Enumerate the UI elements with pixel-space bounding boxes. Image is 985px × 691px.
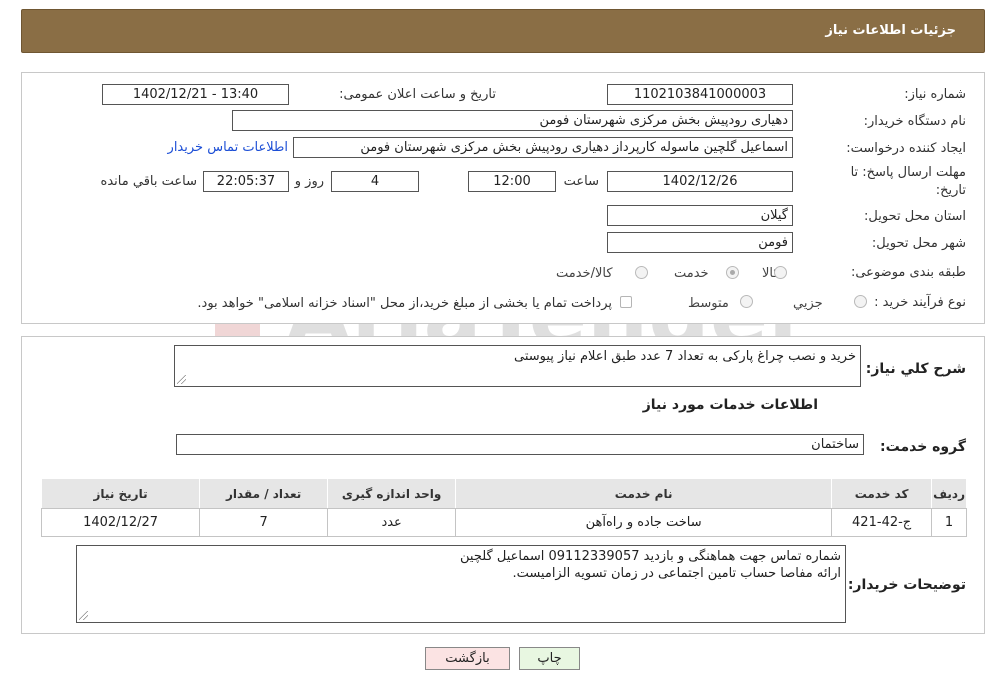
purchase-type-minor-label: جزیي (793, 296, 823, 311)
description-text: خرید و نصب چراغ پارکی به تعداد 7 عدد طبق… (514, 349, 856, 364)
purchase-type-label: نوع فرآیند خرید : (874, 295, 966, 310)
purchase-type-medium-radio[interactable] (740, 295, 753, 308)
description-textarea[interactable]: خرید و نصب چراغ پارکی به تعداد 7 عدد طبق… (174, 345, 861, 387)
deadline-label-date: تاریخ: (935, 183, 966, 198)
buyer-org-label: نام دستگاه خریدار: (863, 114, 966, 129)
service-group-label: گروه خدمت: (880, 439, 966, 455)
buyer-notes-line-2: ارائه مفاصا حساب تامین اجتماعی در زمان ت… (512, 566, 841, 581)
buyer-org-field: دهیاری رودپیش بخش مرکزی شهرستان فومن (232, 110, 793, 131)
services-table: ردیف کد خدمت نام خدمت واحد اندازه گیری ت… (40, 478, 967, 537)
need-number-label: شماره نیاز: (904, 87, 966, 102)
announce-datetime-label: تاریخ و ساعت اعلان عمومی: (339, 87, 496, 102)
days-label: روز و (294, 174, 324, 189)
deadline-time-label: ساعت (563, 174, 599, 189)
description-label: شرح کلي نیاز: (865, 361, 966, 377)
print-button[interactable]: چاپ (519, 647, 580, 670)
time-remaining-label: ساعت باقي مانده (100, 174, 197, 189)
requester-label: ایجاد کننده درخواست: (846, 141, 966, 156)
category-option-goods-radio[interactable] (774, 266, 787, 279)
deadline-time-field: 12:00 (468, 171, 556, 192)
details-panel: شرح کلي نیاز: خرید و نصب چراغ پارکی به ت… (21, 336, 985, 634)
page-title: جزئیات اطلاعات نیاز (825, 23, 956, 38)
deadline-date-field: 1402/12/26 (607, 171, 793, 192)
buyer-contact-link[interactable]: اطلاعات تماس خریدار (168, 140, 288, 155)
resize-handle-icon[interactable] (177, 375, 186, 384)
col-need-date: تاریخ نیاز (40, 478, 201, 509)
purchase-type-medium-label: متوسط (688, 296, 729, 311)
table-row: 1 ج-42-421 ساخت جاده و راه‌آهن عدد 7 140… (40, 508, 967, 537)
category-option-service-radio[interactable] (726, 266, 739, 279)
buyer-notes-textarea[interactable]: شماره تماس جهت هماهنگی و بازدید 09112339… (76, 545, 846, 623)
services-section-title: اطلاعات خدمات مورد نیاز (642, 397, 818, 413)
resize-handle-icon[interactable] (79, 611, 88, 620)
col-unit: واحد اندازه گیری (327, 478, 457, 509)
cell-quantity: 7 (199, 508, 329, 537)
province-label: استان محل تحویل: (864, 209, 966, 224)
col-service-name: نام خدمت (455, 478, 833, 509)
category-label: طبقه بندی موضوعی: (850, 265, 966, 280)
page-header: جزئیات اطلاعات نیاز (21, 9, 985, 53)
city-field: فومن (607, 232, 793, 253)
category-option-service-label: خدمت (674, 266, 709, 281)
need-info-panel: شماره نیاز: 1102103841000003 تاریخ و ساع… (21, 72, 985, 324)
cell-need-date: 1402/12/27 (40, 508, 201, 537)
treasury-payment-checkbox[interactable] (620, 296, 632, 308)
city-label: شهر محل تحویل: (871, 236, 966, 251)
category-option-goods-service-label: کالا/خدمت (556, 266, 613, 281)
cell-service-code: ج-42-421 (831, 508, 933, 537)
cell-unit: عدد (327, 508, 457, 537)
back-button[interactable]: بازگشت (425, 647, 510, 670)
days-remaining-field: 4 (331, 171, 419, 192)
deadline-label: مهلت ارسال پاسخ: تا (850, 165, 966, 180)
col-quantity: تعداد / مقدار (199, 478, 329, 509)
buyer-notes-line-1: شماره تماس جهت هماهنگی و بازدید 09112339… (460, 549, 841, 564)
time-remaining-field: 22:05:37 (203, 171, 289, 192)
services-table-header: ردیف کد خدمت نام خدمت واحد اندازه گیری ت… (40, 478, 967, 509)
need-number-field: 1102103841000003 (607, 84, 793, 105)
province-field: گیلان (607, 205, 793, 226)
cell-service-name: ساخت جاده و راه‌آهن (455, 508, 833, 537)
col-row-number: ردیف (931, 478, 967, 509)
category-option-goods-service-radio[interactable] (635, 266, 648, 279)
buyer-notes-label: توضیحات خریدار: (847, 577, 966, 593)
treasury-payment-note: پرداخت تمام یا بخشی از مبلغ خرید،از محل … (197, 296, 612, 311)
requester-field: اسماعیل گلچین ماسوله کارپرداز دهیاری رود… (293, 137, 793, 158)
col-service-code: کد خدمت (831, 478, 933, 509)
cell-row-number: 1 (931, 508, 967, 537)
announce-datetime-field: 1402/12/21 - 13:40 (102, 84, 289, 105)
service-group-field: ساختمان (176, 434, 864, 455)
purchase-type-minor-radio[interactable] (854, 295, 867, 308)
